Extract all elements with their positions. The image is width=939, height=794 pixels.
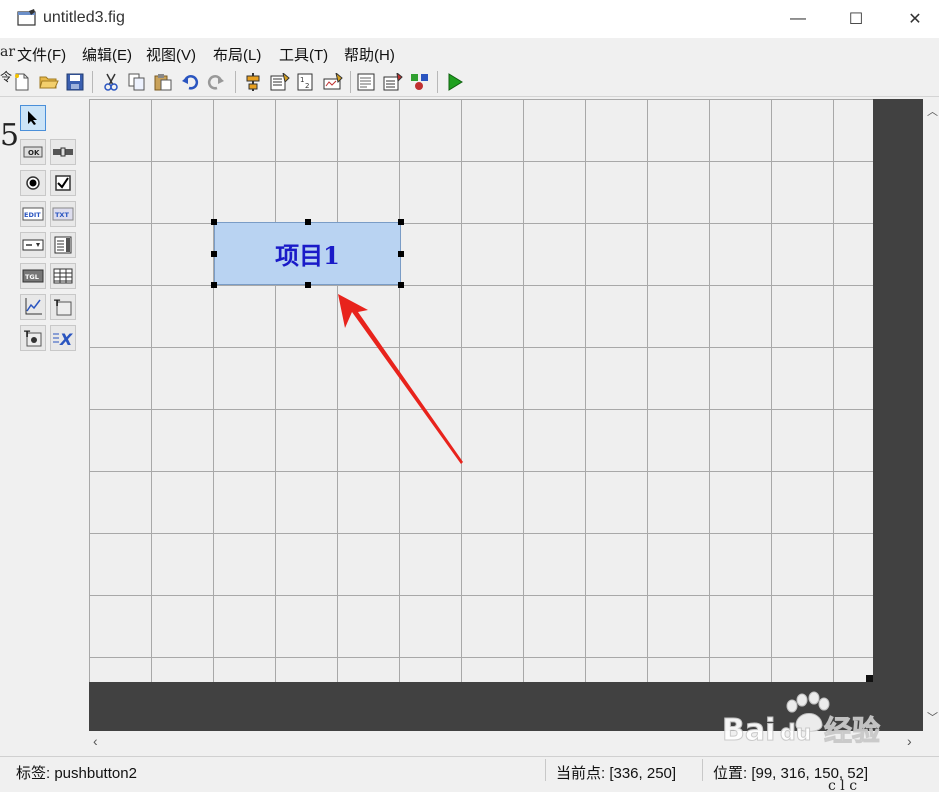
checkbox-tool[interactable]: [50, 170, 76, 196]
close-icon: ✕: [908, 11, 922, 28]
button-group-tool-label: T: [24, 330, 31, 340]
select-tool[interactable]: [20, 105, 46, 131]
pushbutton2[interactable]: 项目1: [214, 222, 401, 285]
slider-tool[interactable]: [50, 139, 76, 165]
static-text-tool-label: TXT: [55, 211, 69, 219]
background-fragment: 5: [0, 118, 20, 153]
layout-canvas[interactable]: [89, 99, 873, 682]
menu-tools[interactable]: 工具(T): [279, 44, 328, 65]
menu-editor-icon[interactable]: [269, 71, 291, 93]
minimize-button[interactable]: —: [775, 0, 821, 38]
scroll-up-icon[interactable]: ︿: [927, 103, 938, 119]
button-group-tool[interactable]: T: [20, 325, 46, 351]
component-palette: OK EDIT TXT TGL T T X: [10, 98, 90, 758]
toolbar: 12: [0, 66, 939, 97]
pushbutton2-label: 项目1: [275, 241, 340, 270]
figure-app-icon: [17, 9, 36, 26]
table-tool[interactable]: [50, 263, 76, 289]
status-bar: 标签: pushbutton2 当前点: [336, 250] 位置: [99,…: [0, 756, 939, 782]
menu-file[interactable]: 文件(F): [17, 44, 66, 65]
pushbutton-tool-label: OK: [28, 149, 40, 157]
annotation-arrow: [338, 294, 463, 464]
watermark-text-jingyan: 经验: [824, 714, 880, 747]
menu-help[interactable]: 帮助(H): [344, 44, 395, 65]
copy-icon[interactable]: [126, 71, 148, 93]
cut-icon[interactable]: [100, 71, 122, 93]
redo-icon[interactable]: [205, 71, 227, 93]
radio-button-tool[interactable]: [20, 170, 46, 196]
svg-text:2: 2: [305, 82, 309, 90]
selection-handle[interactable]: [398, 282, 404, 288]
vertical-scrollbar[interactable]: ︿ ﹀: [923, 99, 939, 731]
toolbar-separator: [235, 71, 236, 93]
new-file-icon[interactable]: [11, 71, 33, 93]
toggle-button-tool[interactable]: TGL: [20, 263, 46, 289]
edit-text-tool[interactable]: EDIT: [20, 201, 46, 227]
paste-icon[interactable]: [152, 71, 174, 93]
property-inspector-icon[interactable]: [382, 71, 404, 93]
selection-handle[interactable]: [305, 219, 311, 225]
maximize-button[interactable]: ☐: [833, 0, 879, 38]
toolbar-separator: [92, 71, 93, 93]
open-folder-icon[interactable]: [38, 71, 60, 93]
title-bar[interactable]: untitled3.fig — ☐ ✕: [0, 0, 939, 38]
maximize-icon: ☐: [848, 11, 864, 28]
activex-tool[interactable]: X: [50, 325, 76, 351]
toggle-button-tool-label: TGL: [25, 273, 39, 281]
status-tag: 标签: pushbutton2: [16, 765, 137, 782]
menu-view[interactable]: 视图(V): [146, 44, 196, 65]
panel-tool-label: T: [54, 299, 61, 309]
watermark-text-du: du: [780, 721, 811, 746]
selection-handle[interactable]: [398, 219, 404, 225]
selection-handle[interactable]: [398, 251, 404, 257]
baidu-jingyan-watermark: Bai du 经验: [722, 691, 881, 749]
guide-window: untitled3.fig — ☐ ✕ 文件(F) 编辑(E) 视图(V) 布局…: [0, 0, 939, 794]
edit-text-tool-label: EDIT: [24, 211, 41, 219]
menu-layout[interactable]: 布局(L): [213, 44, 261, 65]
align-icon[interactable]: [242, 71, 264, 93]
activex-tool-label: X: [59, 330, 73, 347]
toolbar-separator: [350, 71, 351, 93]
canvas-border-right: [873, 99, 923, 731]
static-text-tool[interactable]: TXT: [50, 201, 76, 227]
editor-icon[interactable]: [356, 71, 378, 93]
selection-handle[interactable]: [305, 282, 311, 288]
svg-text:1: 1: [300, 76, 304, 84]
status-current-point: 当前点: [336, 250]: [556, 765, 677, 782]
canvas-resize-handle[interactable]: [866, 675, 873, 682]
status-separator: [702, 759, 703, 781]
minimize-icon: —: [790, 10, 806, 27]
menu-edit[interactable]: 编辑(E): [82, 44, 132, 65]
menu-bar: 文件(F) 编辑(E) 视图(V) 布局(L) 工具(T) 帮助(H): [0, 38, 939, 66]
scroll-right-icon[interactable]: ›: [907, 733, 912, 749]
selection-handle[interactable]: [211, 282, 217, 288]
popup-menu-tool[interactable]: [20, 232, 46, 258]
tab-order-icon[interactable]: 12: [296, 71, 318, 93]
window-title: untitled3.fig: [43, 9, 125, 26]
scroll-down-icon[interactable]: ﹀: [927, 709, 938, 725]
panel-tool[interactable]: T: [50, 294, 76, 320]
selection-handle[interactable]: [211, 251, 217, 257]
scroll-left-icon[interactable]: ‹: [93, 733, 98, 749]
toolbar-editor-icon[interactable]: [322, 71, 344, 93]
background-fragment: 令: [0, 70, 13, 84]
save-icon[interactable]: [64, 71, 86, 93]
background-fragment: c l c: [828, 778, 858, 794]
run-icon[interactable]: [444, 71, 466, 93]
watermark-text-bai: Bai: [722, 713, 775, 748]
status-separator: [545, 759, 546, 781]
close-button[interactable]: ✕: [892, 0, 938, 38]
pushbutton-tool[interactable]: OK: [20, 139, 46, 165]
undo-icon[interactable]: [179, 71, 201, 93]
listbox-tool[interactable]: [50, 232, 76, 258]
object-browser-icon[interactable]: [409, 71, 431, 93]
axes-tool[interactable]: [20, 294, 46, 320]
toolbar-separator: [437, 71, 438, 93]
background-fragment: ar: [0, 44, 16, 60]
selection-handle[interactable]: [211, 219, 217, 225]
